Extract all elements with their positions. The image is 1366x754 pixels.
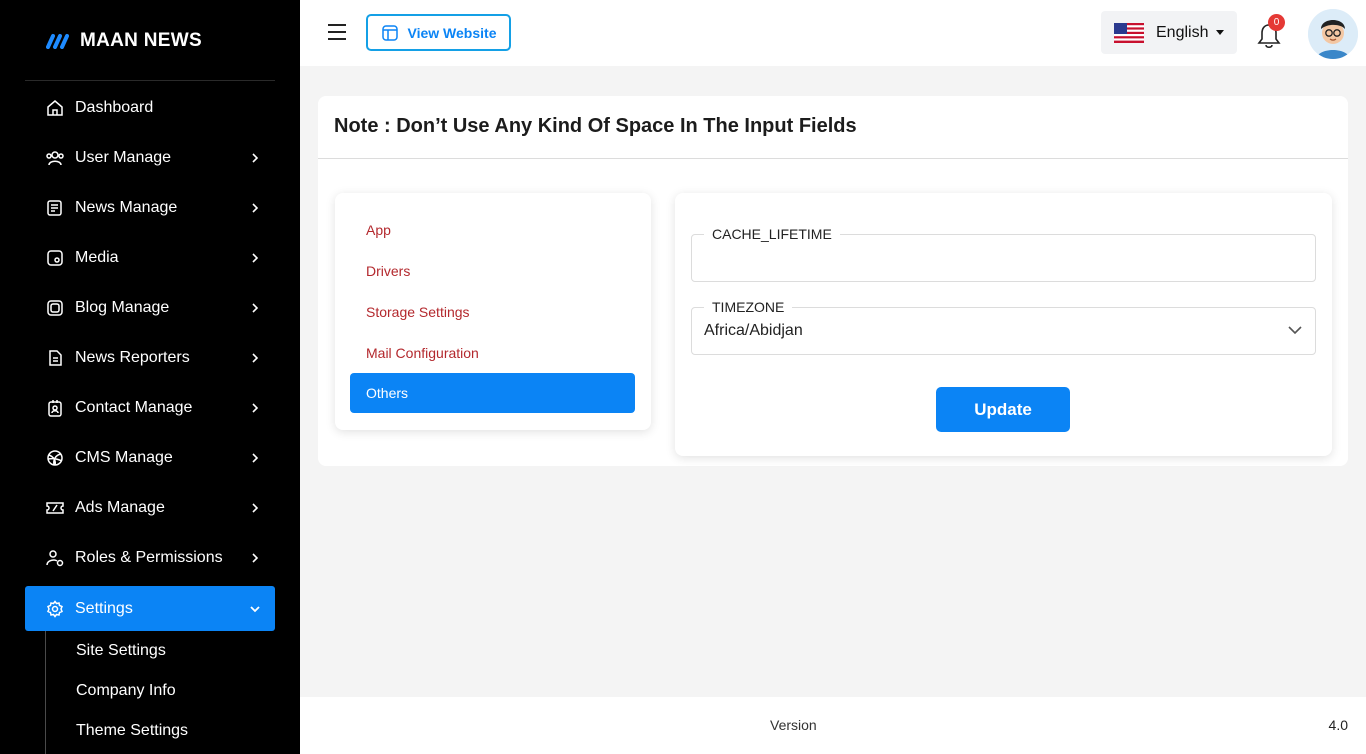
settings-menu-item-drivers[interactable]: Drivers	[350, 251, 635, 291]
news-icon	[45, 198, 65, 218]
version-number: 4.0	[1328, 717, 1348, 733]
divider	[318, 158, 1348, 159]
chevron-right-icon	[249, 452, 261, 464]
sidebar: MAAN NEWS Dashboard User Manage News Man…	[0, 0, 300, 754]
chevron-right-icon	[249, 252, 261, 264]
sidebar-item-dashboard[interactable]: Dashboard	[25, 83, 275, 133]
sidebar-item-media[interactable]: Media	[25, 233, 275, 283]
update-button[interactable]: Update	[936, 387, 1070, 432]
chevron-down-icon	[249, 603, 261, 615]
sidebar-item-ads-manage[interactable]: Ads Manage	[25, 483, 275, 533]
sidebar-item-label: Ads Manage	[75, 499, 165, 516]
website-icon	[381, 24, 398, 41]
menu-toggle-icon[interactable]	[328, 24, 346, 40]
sidebar-item-cms-manage[interactable]: CMS Manage	[25, 433, 275, 483]
timezone-value: Africa/Abidjan	[704, 322, 803, 339]
chevron-right-icon	[249, 502, 261, 514]
footer: Version 4.0	[300, 697, 1366, 754]
version-label: Version	[770, 717, 817, 733]
gear-icon	[45, 599, 65, 619]
sidebar-item-label: Media	[75, 249, 119, 266]
cache-lifetime-label: CACHE_LIFETIME	[704, 226, 840, 242]
sidebar-nav: Dashboard User Manage News Manage Media	[25, 83, 275, 631]
sidebar-item-label: Blog Manage	[75, 299, 170, 316]
settings-subnav: Site Settings Company Info Theme Setting…	[45, 631, 275, 754]
chevron-right-icon	[249, 302, 261, 314]
view-website-label: View Website	[407, 24, 497, 41]
settings-menu-item-others[interactable]: Others	[350, 373, 635, 413]
chevron-right-icon	[249, 402, 261, 414]
settings-menu-item-storage-settings[interactable]: Storage Settings	[350, 292, 635, 332]
top-header: View Website English 0	[300, 0, 1366, 66]
settings-menu: App Drivers Storage Settings Mail Config…	[335, 193, 651, 430]
sidebar-item-label: Dashboard	[75, 99, 154, 116]
view-website-button[interactable]: View Website	[366, 14, 511, 51]
language-selector[interactable]: English	[1101, 11, 1237, 54]
globe-icon	[45, 448, 65, 468]
us-flag-icon	[1114, 22, 1144, 43]
sidebar-subitem-company-info[interactable]: Company Info	[46, 671, 275, 711]
users-icon	[45, 148, 65, 168]
chevron-right-icon	[249, 152, 261, 164]
chevron-right-icon	[249, 552, 261, 564]
notification-badge: 0	[1268, 14, 1285, 31]
media-icon	[45, 248, 65, 268]
timezone-select[interactable]: TIMEZONE Africa/Abidjan	[691, 299, 1316, 355]
sidebar-item-label: News Reporters	[75, 349, 190, 366]
settings-menu-item-app[interactable]: App	[350, 210, 635, 250]
chevron-right-icon	[249, 352, 261, 364]
user-shield-icon	[45, 548, 65, 568]
chevron-down-icon	[1288, 326, 1302, 335]
chevron-right-icon	[249, 202, 261, 214]
home-icon	[45, 98, 65, 118]
brand-logo[interactable]: MAAN NEWS	[46, 30, 202, 52]
sidebar-item-contact-manage[interactable]: Contact Manage	[25, 383, 275, 433]
settings-form: CACHE_LIFETIME TIMEZONE Africa/Abidjan U…	[675, 193, 1332, 456]
blog-icon	[45, 298, 65, 318]
sidebar-item-blog-manage[interactable]: Blog Manage	[25, 283, 275, 333]
ads-icon	[45, 498, 65, 518]
sidebar-item-label: News Manage	[75, 199, 178, 216]
timezone-label: TIMEZONE	[704, 299, 793, 315]
avatar[interactable]	[1308, 9, 1358, 59]
contact-icon	[45, 398, 65, 418]
sidebar-item-news-manage[interactable]: News Manage	[25, 183, 275, 233]
sidebar-item-user-manage[interactable]: User Manage	[25, 133, 275, 183]
sidebar-item-roles-permissions[interactable]: Roles & Permissions	[25, 533, 275, 583]
sidebar-item-label: User Manage	[75, 149, 172, 166]
brand-name: MAAN NEWS	[80, 30, 202, 51]
brand-mark-icon	[46, 34, 69, 49]
divider	[25, 80, 275, 81]
sidebar-item-news-reporters[interactable]: News Reporters	[25, 333, 275, 383]
sidebar-item-label: Settings	[75, 599, 133, 617]
sidebar-item-label: Contact Manage	[75, 399, 193, 416]
page-title: Note : Don’t Use Any Kind Of Space In Th…	[334, 115, 857, 137]
sidebar-item-settings[interactable]: Settings	[25, 586, 275, 631]
document-icon	[45, 348, 65, 368]
language-label: English	[1156, 23, 1209, 41]
sidebar-item-label: CMS Manage	[75, 449, 173, 466]
sidebar-subitem-theme-settings[interactable]: Theme Settings	[46, 711, 275, 751]
settings-menu-item-mail-configuration[interactable]: Mail Configuration	[350, 333, 635, 373]
cache-lifetime-field[interactable]: CACHE_LIFETIME	[691, 226, 1316, 282]
sidebar-item-label: Roles & Permissions	[75, 549, 223, 566]
caret-down-icon	[1216, 30, 1225, 35]
sidebar-subitem-site-settings[interactable]: Site Settings	[46, 631, 275, 671]
